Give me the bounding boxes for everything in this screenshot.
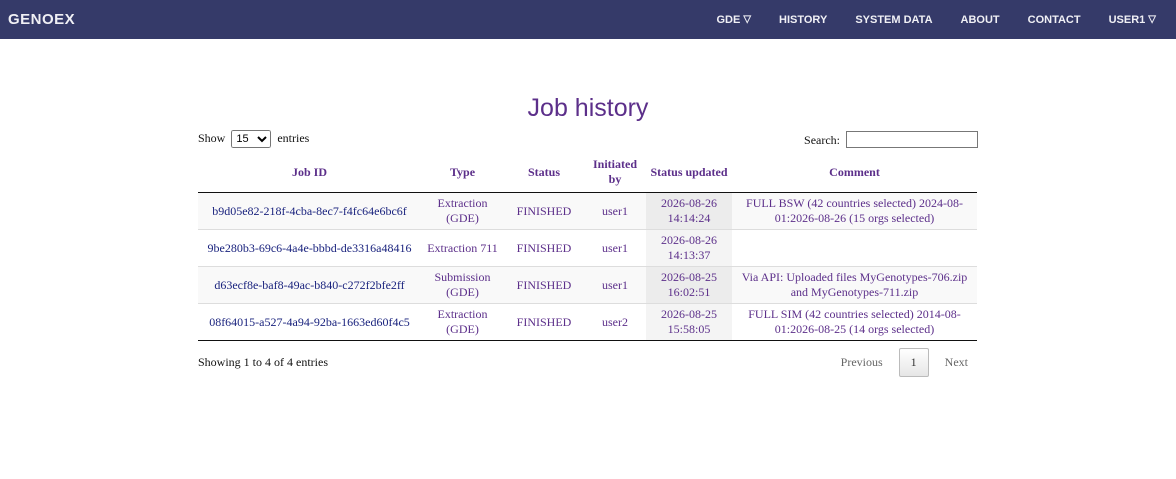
table-info: Showing 1 to 4 of 4 entries — [198, 354, 328, 369]
next-page-button[interactable]: Next — [935, 349, 978, 376]
job-initiator: user2 — [584, 303, 646, 341]
job-id-link[interactable]: b9d05e82-218f-4cba-8ec7-f4fc64e6bc6f — [198, 192, 421, 230]
job-updated: 2026-08-26 14:13:37 — [646, 229, 732, 267]
nav-item-system-data[interactable]: SYSTEM DATA — [841, 0, 946, 39]
nav-item-history[interactable]: HISTORY — [765, 0, 841, 39]
job-updated: 2026-08-25 15:58:05 — [646, 303, 732, 341]
job-type: Extraction 711 — [421, 229, 504, 267]
chevron-down-icon: ▽ — [1148, 14, 1156, 25]
nav-item-about[interactable]: ABOUT — [947, 0, 1014, 39]
nav-item-label: GDE — [716, 13, 741, 26]
main-content: Job history Show 15 entries Search: Job … — [198, 93, 978, 377]
table-header-row: Job ID Type Status Initiated by Status u… — [198, 152, 977, 193]
search-label: Search: — [804, 132, 840, 147]
nav-item-contact[interactable]: CONTACT — [1014, 0, 1095, 39]
job-comment: FULL BSW (42 countries selected) 2024-08… — [732, 192, 977, 230]
job-status: FINISHED — [504, 266, 584, 304]
table-controls: Show 15 entries Search: — [198, 129, 978, 149]
brand-logo[interactable]: GENOEX — [0, 11, 75, 28]
column-header-status[interactable]: Status — [504, 152, 584, 193]
job-status: FINISHED — [504, 303, 584, 341]
page-title: Job history — [527, 94, 649, 122]
column-header-type[interactable]: Type — [421, 152, 504, 193]
table-row: 9be280b3-69c6-4a4e-bbbd-de3316a48416 Ext… — [198, 229, 977, 267]
top-navbar: GENOEX GDE ▽ HISTORY SYSTEM DATA ABOUT C… — [0, 0, 1176, 39]
column-header-job-id[interactable]: Job ID — [198, 152, 421, 193]
nav-item-label: SYSTEM DATA — [855, 13, 933, 26]
column-header-comment[interactable]: Comment — [732, 152, 977, 193]
table-footer: Showing 1 to 4 of 4 entries Previous 1 N… — [198, 347, 978, 377]
job-id-link[interactable]: 9be280b3-69c6-4a4e-bbbd-de3316a48416 — [198, 229, 421, 267]
chevron-down-icon: ▽ — [743, 14, 752, 25]
job-id-link[interactable]: 08f64015-a527-4a94-92ba-1663ed60f4c5 — [198, 303, 421, 341]
column-header-status-updated[interactable]: Status updated — [646, 152, 732, 193]
previous-page-button[interactable]: Previous — [831, 349, 893, 376]
search-input[interactable] — [846, 130, 978, 148]
job-initiator: user1 — [584, 266, 646, 304]
nav-item-user-menu[interactable]: USER1 ▽ — [1095, 0, 1170, 39]
nav-item-label: CONTACT — [1027, 13, 1081, 26]
job-id-link[interactable]: d63ecf8e-baf8-49ac-b840-c272f2bfe2ff — [198, 266, 421, 304]
job-status: FINISHED — [504, 192, 584, 230]
job-initiator: user1 — [584, 229, 646, 267]
job-comment — [732, 229, 977, 267]
job-comment: Via API: Uploaded files MyGenotypes-706.… — [732, 266, 977, 304]
nav-item-label: USER1 — [1108, 13, 1146, 26]
nav-item-gde[interactable]: GDE ▽ — [702, 0, 765, 39]
job-updated: 2026-08-25 16:02:51 — [646, 266, 732, 304]
nav-menu: GDE ▽ HISTORY SYSTEM DATA ABOUT CONTACT … — [702, 0, 1176, 39]
entries-label: entries — [277, 131, 310, 145]
entries-select[interactable]: 15 — [231, 130, 272, 148]
nav-item-label: ABOUT — [960, 13, 1000, 26]
show-label: Show — [198, 131, 226, 145]
column-header-initiated-by[interactable]: Initiated by — [584, 152, 646, 193]
job-status: FINISHED — [504, 229, 584, 267]
page-button-current[interactable]: 1 — [898, 347, 929, 377]
job-type: Extraction (GDE) — [421, 303, 504, 341]
job-type: Submission (GDE) — [421, 266, 504, 304]
entries-length-control: Show 15 entries — [198, 130, 309, 148]
job-comment: FULL SIM (42 countries selected) 2014-08… — [732, 303, 977, 341]
job-initiator: user1 — [584, 192, 646, 230]
nav-item-label: HISTORY — [779, 13, 828, 26]
job-type: Extraction (GDE) — [421, 192, 504, 230]
search-control: Search: — [804, 130, 978, 148]
table-row: 08f64015-a527-4a94-92ba-1663ed60f4c5 Ext… — [198, 303, 977, 341]
table-row: b9d05e82-218f-4cba-8ec7-f4fc64e6bc6f Ext… — [198, 192, 977, 230]
job-updated: 2026-08-26 14:14:24 — [646, 192, 732, 230]
pagination: Previous 1 Next — [831, 347, 978, 377]
table-row: d63ecf8e-baf8-49ac-b840-c272f2bfe2ff Sub… — [198, 266, 977, 304]
job-history-table: Job ID Type Status Initiated by Status u… — [198, 152, 977, 341]
